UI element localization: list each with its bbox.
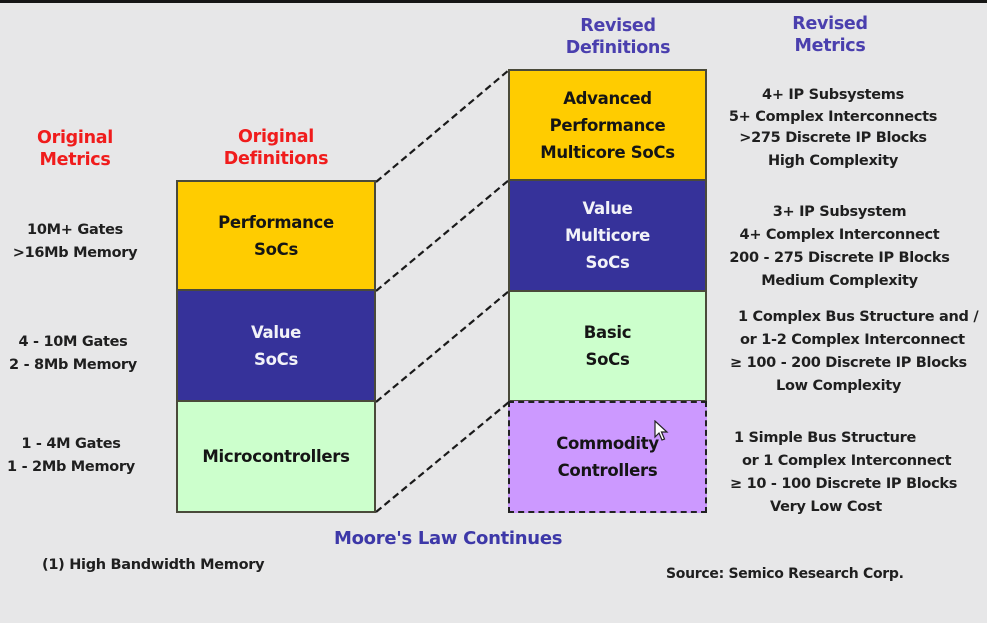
metric-line: Low Complexity	[776, 378, 902, 394]
metric-line: Medium Complexity	[761, 273, 918, 289]
box-label: Value Multicore SoCs	[564, 199, 651, 272]
metric-line: 1 Simple Bus Structure	[734, 430, 917, 446]
box-label: Performance SoCs	[218, 212, 334, 259]
box-label: Commodity Controllers	[556, 434, 659, 480]
box-label: Basic SoCs	[583, 323, 632, 369]
connector-line	[375, 401, 510, 513]
source-credit: Source: Semico Research Corp.	[666, 566, 904, 582]
box-label: Advanced Performance Multicore SoCs	[540, 88, 675, 162]
revised-metric-value: 3+ IP Subsystem 4+ Complex Interconnect …	[722, 201, 957, 293]
revised-metric-basic: 1 Complex Bus Structure and / or 1-2 Com…	[730, 306, 987, 398]
metric-line: >275 Discrete IP Blocks	[739, 130, 927, 146]
metric-line: or 1 Complex Interconnect	[742, 453, 952, 469]
original-box-microcontrollers: Microcontrollers	[176, 400, 376, 513]
metric-line: High Complexity	[768, 153, 898, 169]
revised-box-commodity-controllers: Commodity Controllers	[508, 401, 707, 513]
original-box-performance-socs: Performance SoCs	[176, 180, 376, 291]
original-box-value-socs: Value SoCs	[176, 289, 376, 402]
metric-line: 5+ Complex Interconnects	[728, 109, 938, 125]
metric-line: Very Low Cost	[770, 499, 882, 515]
revised-box-advanced-performance: Advanced Performance Multicore SoCs	[508, 69, 707, 181]
metric-line: ≥ 100 - 200 Discrete IP Blocks	[730, 355, 967, 371]
box-label: Value SoCs	[250, 322, 302, 369]
revised-metric-commodity: 1 Simple Bus Structure or 1 Complex Inte…	[730, 427, 970, 519]
metric-line: 4+ IP Subsystems	[762, 87, 904, 103]
moores-law-caption: Moore's Law Continues	[334, 528, 563, 549]
revised-metric-advanced: 4+ IP Subsystems 5+ Complex Interconnect…	[718, 84, 948, 173]
metric-line: 200 - 275 Discrete IP Blocks	[729, 250, 950, 266]
connector-line	[375, 179, 510, 292]
metric-line: 1 Complex Bus Structure and /	[738, 309, 979, 325]
metric-line: ≥ 10 - 100 Discrete IP Blocks	[730, 476, 958, 492]
connector-line	[375, 290, 510, 403]
box-label: Microcontrollers	[202, 447, 350, 466]
metric-line: 4+ Complex Interconnect	[739, 227, 940, 243]
footnote-hbm: (1) High Bandwidth Memory	[42, 557, 265, 573]
connector-line	[375, 69, 510, 183]
metric-line: 3+ IP Subsystem	[772, 204, 907, 220]
metric-line: or 1-2 Complex Interconnect	[740, 332, 965, 348]
revised-box-basic-socs: Basic SoCs	[508, 290, 707, 402]
revised-box-value-multicore: Value Multicore SoCs	[508, 179, 707, 292]
mouse-pointer-icon	[654, 420, 669, 441]
